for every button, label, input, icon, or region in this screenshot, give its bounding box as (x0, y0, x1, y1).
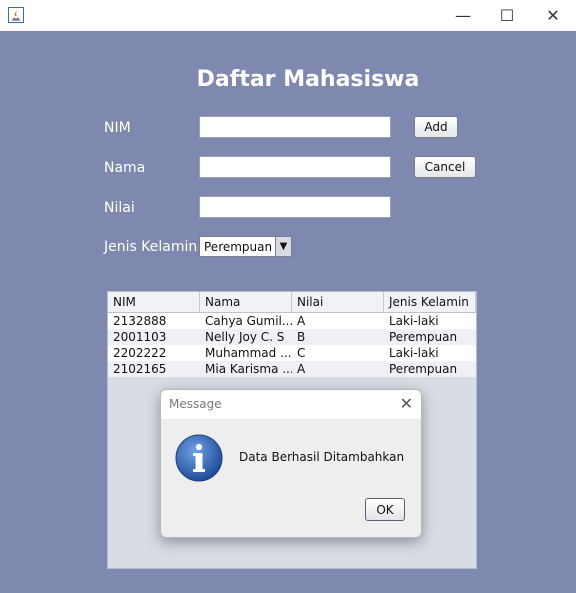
maximize-button[interactable]: ☐ (484, 0, 530, 31)
dialog-message: Data Berhasil Ditambahkan (239, 450, 405, 464)
nim-field[interactable] (199, 116, 391, 138)
cell-nilai: A (297, 362, 306, 376)
cell-nama: Cahya Gumil... (205, 314, 292, 328)
dialog-titlebar: Message ✕ (161, 390, 421, 419)
column-header-jenis-kelamin[interactable]: Jenis Kelamin (384, 292, 476, 312)
cell-nim: 2202222 (113, 346, 167, 360)
table-row[interactable]: 2102165 Mia Karisma ... A Perempuan (108, 361, 476, 377)
dropdown-arrow-icon[interactable]: ▼ (275, 237, 291, 256)
table-body: 2132888 Cahya Gumil... A Laki-laki 20011… (108, 313, 476, 377)
cell-jenis-kelamin: Laki-laki (389, 314, 439, 328)
table-row[interactable]: 2132888 Cahya Gumil... A Laki-laki (108, 313, 476, 329)
nama-field[interactable] (199, 156, 391, 178)
cell-jenis-kelamin: Perempuan (389, 362, 458, 376)
table-header: NIM Nama Nilai Jenis Kelamin (108, 292, 476, 313)
cell-nilai: A (297, 314, 306, 328)
maximize-icon: ☐ (499, 6, 515, 25)
info-icon (175, 434, 223, 482)
java-app-icon (8, 7, 24, 23)
nim-label: NIM (104, 120, 131, 136)
nama-label: Nama (104, 160, 146, 176)
minimize-icon: — (455, 6, 471, 25)
column-header-nim[interactable]: NIM (108, 292, 200, 312)
dialog-close-icon[interactable]: ✕ (400, 394, 413, 413)
window-titlebar: — ☐ ✕ (0, 0, 576, 31)
jenis-kelamin-label: Jenis Kelamin (104, 239, 198, 255)
cell-nilai: B (297, 330, 306, 344)
cell-nama: Muhammad ... (205, 346, 292, 360)
close-icon: ✕ (546, 6, 560, 25)
add-button[interactable]: Add (414, 116, 458, 138)
jenis-kelamin-select[interactable]: Perempuan ▼ (199, 236, 292, 257)
cell-nilai: C (297, 346, 306, 360)
minimize-button[interactable]: — (440, 0, 486, 31)
table-row[interactable]: 2001103 Nelly Joy C. S B Perempuan (108, 329, 476, 345)
cell-nim: 2132888 (113, 314, 167, 328)
cell-jenis-kelamin: Perempuan (389, 330, 458, 344)
dialog-title: Message (169, 397, 222, 411)
column-header-nilai[interactable]: Nilai (292, 292, 384, 312)
close-button[interactable]: ✕ (530, 0, 576, 31)
message-dialog: Message ✕ Data Berhasil Ditambahkan OK (160, 389, 422, 538)
ok-button[interactable]: OK (365, 498, 405, 521)
table-row[interactable]: 2202222 Muhammad ... C Laki-laki (108, 345, 476, 361)
cell-jenis-kelamin: Laki-laki (389, 346, 439, 360)
page-title: Daftar Mahasiswa (196, 67, 420, 92)
cell-nim: 2001103 (113, 330, 167, 344)
jenis-kelamin-value: Perempuan (204, 239, 273, 254)
cell-nama: Nelly Joy C. S (205, 330, 285, 344)
cell-nama: Mia Karisma ... (205, 362, 292, 376)
nilai-field[interactable] (199, 196, 391, 218)
cell-nim: 2102165 (113, 362, 167, 376)
nilai-label: Nilai (104, 200, 135, 216)
column-header-nama[interactable]: Nama (200, 292, 292, 312)
cancel-button[interactable]: Cancel (414, 156, 476, 178)
